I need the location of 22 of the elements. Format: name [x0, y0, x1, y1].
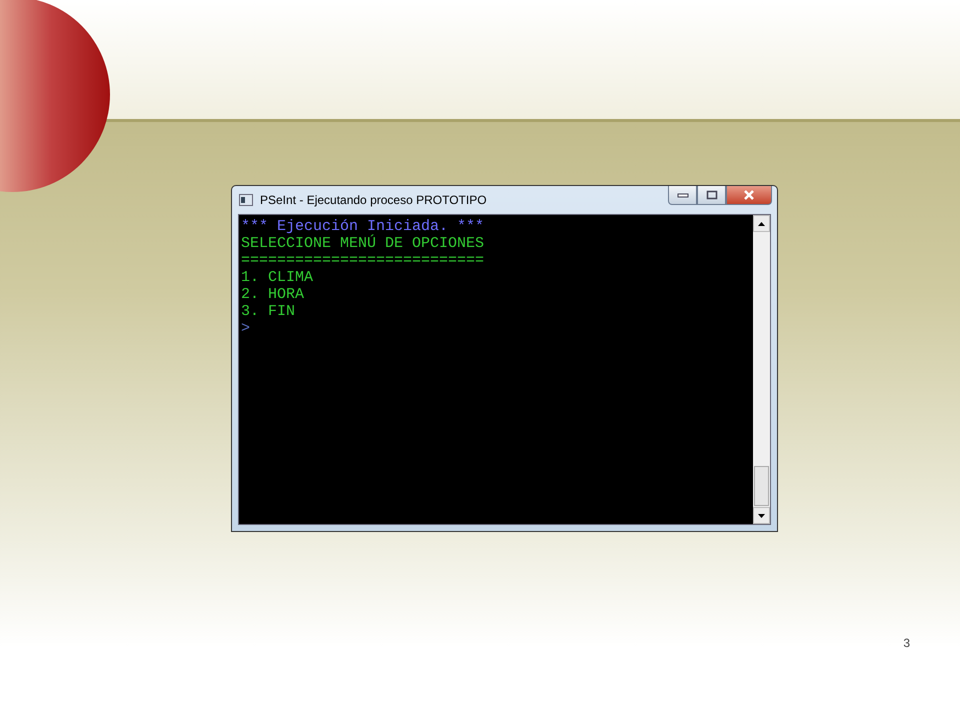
minimize-button[interactable] [668, 186, 697, 205]
console-line: =========================== [241, 252, 486, 269]
console-line: 2. HORA [241, 286, 306, 303]
console-line: SELECCIONE MENÚ DE OPCIONES [241, 235, 486, 252]
minimize-icon [676, 192, 688, 198]
window-icon [239, 194, 253, 206]
up-arrow-icon [758, 222, 765, 226]
scroll-thumb[interactable] [754, 466, 769, 506]
slide-number: 3 [903, 636, 910, 652]
scrollbar[interactable] [753, 215, 770, 524]
maximize-icon [706, 190, 718, 200]
scroll-down-button[interactable] [753, 507, 770, 524]
scroll-up-button[interactable] [753, 215, 770, 232]
console-line: *** Ejecución Iniciada. *** [241, 218, 486, 235]
console-line: > [241, 320, 252, 337]
console-line: 1. CLIMA [241, 269, 314, 286]
window-title: PSeInt - Ejecutando proceso PROTOTIPO [260, 193, 487, 207]
close-button[interactable] [726, 186, 772, 205]
maximize-button[interactable] [697, 186, 726, 205]
console-line: 3. FIN [241, 303, 296, 320]
down-arrow-icon [758, 514, 765, 518]
close-icon [743, 190, 755, 200]
